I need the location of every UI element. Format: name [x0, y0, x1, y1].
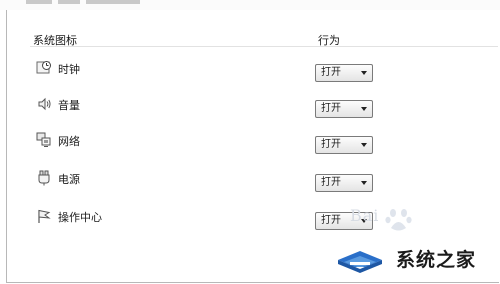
baidu-watermark-text: Bai: [350, 206, 380, 225]
chevron-down-icon: [361, 71, 367, 75]
site-watermark-text: 系统之家: [396, 249, 477, 271]
action-center-behavior-value: 打开: [321, 215, 341, 226]
volume-behavior-value: 打开: [321, 103, 341, 114]
power-label: 电源: [58, 173, 80, 186]
chevron-down-icon: [361, 143, 367, 147]
speaker-icon: [38, 97, 51, 111]
paw-watermark-icon: [385, 209, 412, 231]
clock-behavior-select[interactable]: 打开: [315, 64, 373, 82]
network-behavior-value: 打开: [321, 139, 341, 150]
list-item-power: 电源 打开: [0, 168, 500, 194]
top-text-fragment: [58, 0, 80, 4]
network-icon: [36, 132, 51, 147]
action-center-label: 操作中心: [58, 211, 102, 224]
clock-label: 时钟: [58, 63, 80, 76]
top-text-fragment: [26, 0, 52, 4]
flag-icon: [38, 209, 51, 223]
power-behavior-value: 打开: [321, 177, 341, 188]
volume-label: 音量: [58, 99, 80, 112]
power-behavior-select[interactable]: 打开: [315, 174, 373, 192]
network-behavior-select[interactable]: 打开: [315, 136, 373, 154]
top-text-fragment: [86, 0, 140, 4]
list-item-network: 网络 打开: [0, 130, 500, 156]
list-item-clock: 时钟 打开: [0, 58, 500, 84]
list-item-action-center: 操作中心 打开: [0, 206, 500, 232]
clock-behavior-value: 打开: [321, 67, 341, 78]
power-icon: [38, 170, 50, 186]
volume-behavior-select[interactable]: 打开: [315, 100, 373, 118]
chevron-down-icon: [361, 181, 367, 185]
chevron-down-icon: [361, 107, 367, 111]
network-label: 网络: [58, 135, 80, 148]
site-logo-icon: [338, 251, 382, 273]
top-bar-fragment: [0, 0, 500, 10]
header-divider: [30, 46, 498, 47]
clock-icon: [36, 61, 51, 74]
list-item-volume: 音量 打开: [0, 94, 500, 120]
